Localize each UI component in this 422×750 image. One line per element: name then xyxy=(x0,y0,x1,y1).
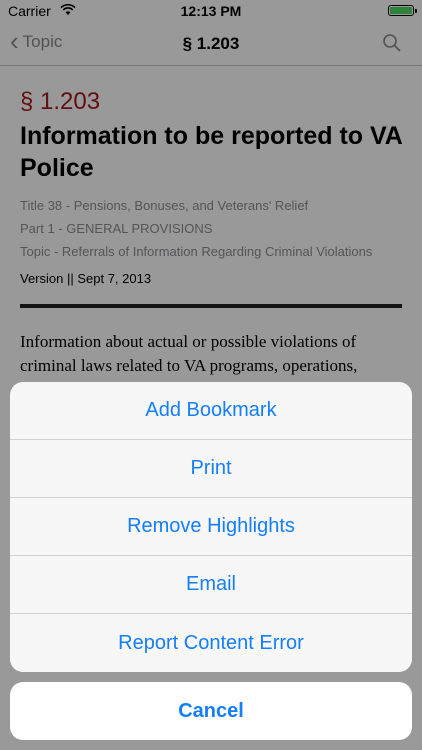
email-button[interactable]: Email xyxy=(10,556,412,614)
report-content-error-button[interactable]: Report Content Error xyxy=(10,614,412,672)
action-sheet: Add Bookmark Print Remove Highlights Ema… xyxy=(10,382,412,672)
cancel-button[interactable]: Cancel xyxy=(10,682,412,740)
add-bookmark-button[interactable]: Add Bookmark xyxy=(10,382,412,440)
remove-highlights-button[interactable]: Remove Highlights xyxy=(10,498,412,556)
print-button[interactable]: Print xyxy=(10,440,412,498)
